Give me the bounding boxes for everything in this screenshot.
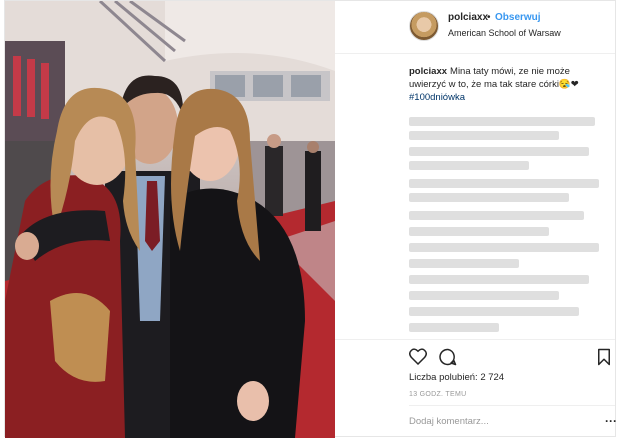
avatar[interactable] [409,11,439,41]
comment-icon[interactable] [439,348,457,366]
instagram-post: polciaxx • Obserwuj American School of W… [4,0,617,439]
post-header: polciaxx • Obserwuj American School of W… [335,1,615,54]
follow-button[interactable]: Obserwuj [495,12,541,23]
add-comment-bar: ··· [409,405,617,439]
caption-username[interactable]: polciaxx [409,66,447,77]
post-actions [335,339,615,366]
post-caption: polciaxx Mina taty mówi, ze nie może uwie… [409,65,609,104]
post-timestamp[interactable]: 13 GODZ. TEMU [409,391,466,398]
caption-hashtag[interactable]: #100dniówka [409,91,609,104]
likes-number: 2 724 [480,372,505,383]
post-sidebar: polciaxx • Obserwuj American School of W… [335,1,617,439]
likes-label: Liczba polubień: [409,372,478,383]
more-options-icon[interactable]: ··· [605,414,617,428]
username-link[interactable]: polciaxx [448,12,488,23]
post-photo[interactable] [5,1,335,438]
bookmark-icon[interactable] [597,348,611,366]
heart-icon[interactable] [409,348,427,365]
comment-input[interactable] [409,416,569,427]
location-link[interactable]: American School of Warsaw [448,28,561,38]
group-photo [5,1,335,438]
likes-count[interactable]: Liczba polubień: 2 724 [409,372,504,383]
separator-dot: • [487,12,491,23]
